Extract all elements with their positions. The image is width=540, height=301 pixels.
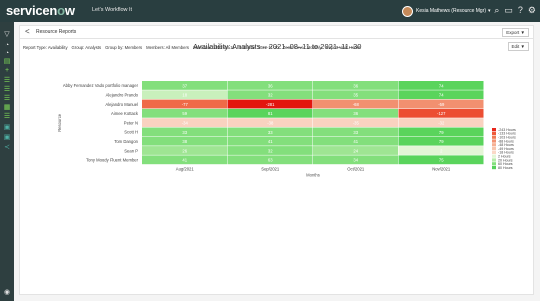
column-label: Aug/2021 — [176, 167, 195, 172]
cell-value-label: 32 — [268, 93, 273, 98]
cell-value-label: 81 — [268, 111, 273, 116]
cell-value-label: 36 — [268, 83, 273, 88]
cell-value-label: -38 — [267, 120, 274, 125]
legend-swatch — [492, 139, 496, 143]
row-label: Scott H — [124, 130, 138, 135]
cell-value-label: 59 — [182, 111, 187, 116]
legend-swatch — [492, 128, 496, 132]
cell-value-label: 18 — [182, 93, 187, 98]
legend-swatch — [492, 135, 496, 139]
cell-value-label: 33 — [268, 130, 273, 135]
cell-value-label: 41 — [353, 139, 358, 144]
cell-value-label: -59 — [438, 102, 445, 107]
row-label: Aimee Kottack — [111, 111, 139, 116]
column-label: Oct/2021 — [347, 167, 365, 172]
cell-value-label: -34 — [182, 120, 189, 125]
x-axis-label: Months — [306, 173, 320, 178]
row-label: Tom Dangon — [114, 139, 138, 144]
cell-value-label: -35 — [353, 120, 360, 125]
row-label: Alejandro Manuel — [105, 102, 138, 107]
cell-value-label: 74 — [439, 83, 444, 88]
row-label: Abby Fernandez Vado portfolio manager — [63, 83, 139, 88]
cell-value-label: 33 — [182, 130, 187, 135]
legend-swatch — [492, 158, 496, 162]
column-label: Nov/2021 — [432, 167, 451, 172]
cell-value-label: 26 — [182, 148, 187, 153]
cell-value-label: 36 — [353, 83, 358, 88]
cell-value-label: 33 — [353, 130, 358, 135]
cell-value-label: 37 — [182, 83, 187, 88]
row-label: Sean P — [124, 148, 138, 153]
row-label: Alejandro Prando — [106, 92, 139, 97]
cell-value-label: 38 — [182, 139, 187, 144]
cell-value-label: 35 — [353, 93, 358, 98]
cell-value-label: 74 — [439, 93, 444, 98]
cell-value-label: 32 — [268, 148, 273, 153]
column-label: Sep/2021 — [261, 167, 280, 172]
legend-label: 80 Hours — [498, 166, 513, 170]
y-axis-label: Resource — [57, 113, 62, 132]
cell-value-label: 79 — [439, 130, 444, 135]
cell-value-label: 24 — [353, 148, 358, 153]
legend-swatch — [492, 150, 496, 154]
legend-swatch — [492, 166, 496, 170]
row-label: Tony Moody Fluent Member — [86, 158, 139, 163]
cell-value-label: 79 — [439, 139, 444, 144]
cell-value-label: 36 — [353, 111, 358, 116]
legend-swatch — [492, 143, 496, 147]
cell-value-label: -32 — [438, 120, 445, 125]
cell-value-label: -68 — [353, 102, 360, 107]
cell-value-label: 41 — [268, 139, 273, 144]
row-label: Peter N — [124, 120, 138, 125]
legend-swatch — [492, 147, 496, 151]
cell-value-label: 41 — [182, 158, 187, 163]
legend-swatch — [492, 154, 496, 158]
availability-heatmap: 37 36 36 74 18 32 35 74 -77 -281 -68 -59 59 81 36 -127 -… — [57, 81, 516, 178]
cell-value-label: 75 — [439, 158, 444, 163]
cell-value-label: 63 — [268, 158, 273, 163]
legend-swatch — [492, 162, 496, 166]
cell-value-label: -127 — [437, 111, 446, 116]
cell-value-label: 34 — [353, 158, 358, 163]
legend-swatch — [492, 131, 496, 135]
cell-value-label: -281 — [266, 102, 275, 107]
cell-value-label: -77 — [182, 102, 189, 107]
